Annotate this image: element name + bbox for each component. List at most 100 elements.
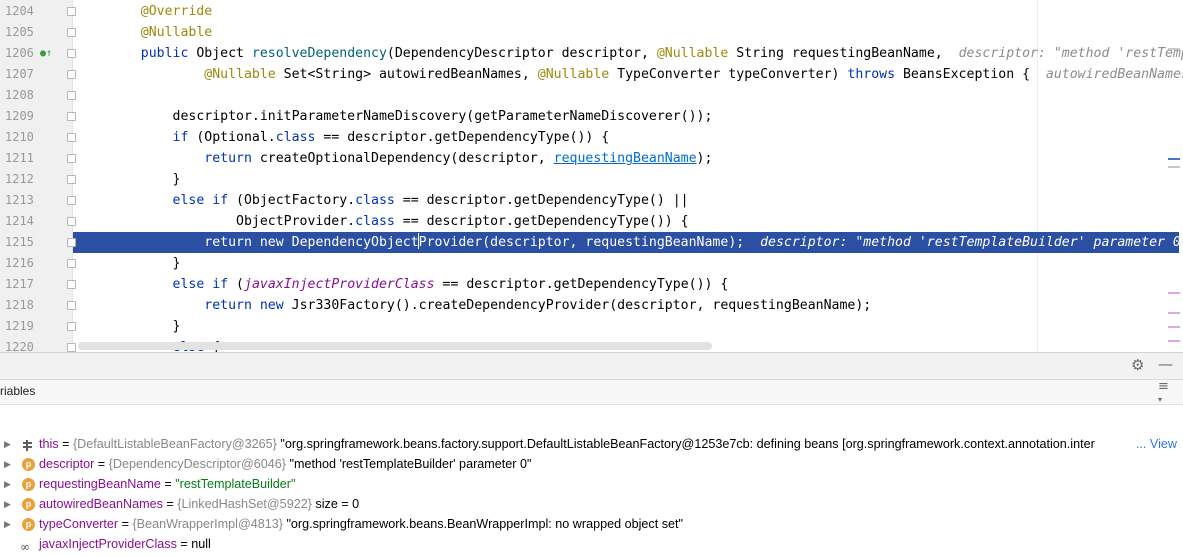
gear-icon[interactable]: ⚙ bbox=[1131, 356, 1144, 374]
parameter-icon: p bbox=[22, 458, 35, 471]
fold-toggle-icon[interactable] bbox=[67, 301, 76, 310]
stripe-mark[interactable] bbox=[1168, 292, 1180, 294]
code-line[interactable]: 1211 return createOptionalDependency(des… bbox=[0, 148, 1183, 169]
code-token: @Override bbox=[109, 4, 213, 19]
line-number[interactable]: 1212 bbox=[5, 169, 37, 190]
code-line[interactable]: 1218 return new Jsr330Factory().createDe… bbox=[0, 295, 1183, 316]
code-line[interactable]: 1217 else if (javaxInjectProviderClass =… bbox=[0, 274, 1183, 295]
code-text[interactable]: ObjectProvider.class == descriptor.getDe… bbox=[109, 211, 689, 232]
code-token: return new bbox=[109, 298, 292, 313]
code-text[interactable]: return createOptionalDependency(descript… bbox=[109, 148, 712, 169]
code-text[interactable]: } bbox=[109, 253, 181, 274]
variable-row[interactable]: ▶ p typeConverter = {BeanWrapperImpl@4813}… bbox=[0, 514, 1183, 534]
code-line[interactable]: 1212 } bbox=[0, 169, 1183, 190]
fold-toggle-icon[interactable] bbox=[67, 154, 76, 163]
fold-toggle-icon[interactable] bbox=[67, 49, 76, 58]
line-number[interactable]: 1209 bbox=[5, 106, 37, 127]
fold-toggle-icon[interactable] bbox=[67, 259, 76, 268]
variable-row[interactable]: ▶ p autowiredBeanNames = {LinkedHashSet@59… bbox=[0, 494, 1183, 514]
fold-toggle-icon[interactable] bbox=[67, 133, 76, 142]
line-number[interactable]: 1213 bbox=[5, 190, 37, 211]
view-link[interactable]: ... View bbox=[1133, 434, 1177, 454]
stripe-mark[interactable] bbox=[1168, 166, 1180, 168]
fold-toggle-icon[interactable] bbox=[67, 238, 76, 247]
error-stripe[interactable] bbox=[1168, 0, 1183, 352]
code-token: @Nullable bbox=[656, 46, 737, 61]
layout-menu-icon[interactable]: ≡ ▾ bbox=[1158, 380, 1169, 406]
line-number[interactable]: 1204 bbox=[5, 1, 37, 22]
code-token: } bbox=[109, 256, 181, 271]
code-line[interactable]: 1213 else if (ObjectFactory.class == des… bbox=[0, 190, 1183, 211]
line-number[interactable]: 1215 bbox=[5, 232, 37, 253]
variable-row[interactable]: ▶ p descriptor = {DependencyDescriptor@604… bbox=[0, 454, 1183, 474]
line-number[interactable]: 1218 bbox=[5, 295, 37, 316]
code-token: Jsr330Factory().createDependencyProvider… bbox=[291, 298, 872, 313]
stripe-mark[interactable] bbox=[1168, 312, 1180, 314]
line-number[interactable]: 1210 bbox=[5, 127, 37, 148]
fold-toggle-icon[interactable] bbox=[67, 343, 76, 352]
code-line[interactable]: 1207 @Nullable Set<String> autowiredBean… bbox=[0, 64, 1183, 85]
variable-row[interactable]: ∞ javaxInjectProviderClass = null bbox=[0, 534, 1183, 554]
fold-toggle-icon[interactable] bbox=[67, 196, 76, 205]
fold-toggle-icon[interactable] bbox=[67, 70, 76, 79]
expand-arrow-icon[interactable]: ▶ bbox=[4, 494, 11, 514]
expand-arrow-icon[interactable]: ▶ bbox=[4, 474, 11, 494]
fold-toggle-icon[interactable] bbox=[67, 280, 76, 289]
fold-toggle-icon[interactable] bbox=[67, 28, 76, 37]
stripe-mark[interactable] bbox=[1168, 158, 1180, 160]
fold-toggle-icon[interactable] bbox=[67, 217, 76, 226]
variable-row[interactable]: ▶ p requestingBeanName = "restTemplateBuil… bbox=[0, 474, 1183, 494]
line-number[interactable]: 1219 bbox=[5, 316, 37, 337]
code-line[interactable]: 1219 } bbox=[0, 316, 1183, 337]
fold-toggle-icon[interactable] bbox=[67, 7, 76, 16]
fold-toggle-icon[interactable] bbox=[67, 91, 76, 100]
code-line[interactable]: 1208 bbox=[0, 85, 1183, 106]
line-number[interactable]: 1216 bbox=[5, 253, 37, 274]
code-text[interactable]: descriptor.initParameterNameDiscovery(ge… bbox=[109, 106, 713, 127]
code-editor[interactable]: 1204 @Override 1205 @Nullable 1206 ●↑ publi… bbox=[0, 0, 1183, 352]
line-number[interactable]: 1208 bbox=[5, 85, 37, 106]
horizontal-scrollbar[interactable] bbox=[78, 342, 712, 350]
fold-toggle-icon[interactable] bbox=[67, 175, 76, 184]
fold-toggle-icon[interactable] bbox=[67, 112, 76, 121]
code-text[interactable]: } bbox=[109, 169, 181, 190]
minimize-icon[interactable]: — bbox=[1158, 355, 1173, 373]
code-text[interactable]: return new Jsr330Factory().createDepende… bbox=[109, 295, 871, 316]
code-line[interactable]: 1216 } bbox=[0, 253, 1183, 274]
expand-arrow-icon[interactable]: ▶ bbox=[4, 434, 11, 454]
code-text[interactable]: else if (javaxInjectProviderClass == des… bbox=[109, 274, 729, 295]
expand-arrow-icon[interactable]: ▶ bbox=[4, 454, 11, 474]
code-text[interactable]: @Nullable Set<String> autowiredBeanNames… bbox=[109, 64, 1183, 85]
line-number[interactable]: 1206 bbox=[5, 43, 37, 64]
code-text[interactable]: @Override bbox=[109, 1, 212, 22]
fold-toggle-icon[interactable] bbox=[67, 322, 76, 331]
line-number[interactable]: 1205 bbox=[5, 22, 37, 43]
variable-row[interactable]: ▶ this = {DefaultListableBeanFactory@3265… bbox=[0, 434, 1183, 454]
stripe-mark[interactable] bbox=[1168, 48, 1180, 50]
code-text[interactable]: public Object resolveDependency(Dependen… bbox=[109, 43, 1183, 64]
code-text[interactable]: if (Optional.class == descriptor.getDepe… bbox=[109, 127, 610, 148]
line-number[interactable]: 1214 bbox=[5, 211, 37, 232]
line-number[interactable]: 1211 bbox=[5, 148, 37, 169]
code-line[interactable]: 1206 ●↑ public Object resolveDependency(D… bbox=[0, 43, 1183, 64]
code-line[interactable]: 1209 descriptor.initParameterNameDiscove… bbox=[0, 106, 1183, 127]
code-text[interactable]: @Nullable bbox=[109, 22, 212, 43]
expand-arrow-icon[interactable]: ▶ bbox=[4, 514, 11, 534]
code-text[interactable]: } bbox=[109, 316, 181, 337]
stripe-mark[interactable] bbox=[1168, 340, 1180, 342]
line-number[interactable]: 1217 bbox=[5, 274, 37, 295]
code-line-current[interactable]: 1215 return new DependencyObjectProvider… bbox=[0, 232, 1183, 253]
code-line[interactable]: 1205 @Nullable bbox=[0, 22, 1183, 43]
code-text[interactable]: return new DependencyObjectProvider(desc… bbox=[109, 232, 1183, 253]
code-line[interactable]: 1210 if (Optional.class == descriptor.ge… bbox=[0, 127, 1183, 148]
code-line[interactable]: 1204 @Override bbox=[0, 1, 1183, 22]
line-number[interactable]: 1220 bbox=[5, 337, 37, 352]
code-line[interactable]: 1214 ObjectProvider.class == descriptor.… bbox=[0, 211, 1183, 232]
inline-debug-value: descriptor: "method 'restTemplateBuilder… bbox=[958, 46, 1183, 61]
variables-tab-label[interactable]: riables bbox=[0, 384, 35, 398]
stripe-mark[interactable] bbox=[1168, 326, 1180, 328]
line-number[interactable]: 1207 bbox=[5, 64, 37, 85]
code-text[interactable]: else if (ObjectFactory.class == descript… bbox=[109, 190, 689, 211]
override-marker-icon[interactable]: ●↑ bbox=[40, 43, 52, 64]
variables-scrollbar[interactable] bbox=[1178, 404, 1183, 557]
